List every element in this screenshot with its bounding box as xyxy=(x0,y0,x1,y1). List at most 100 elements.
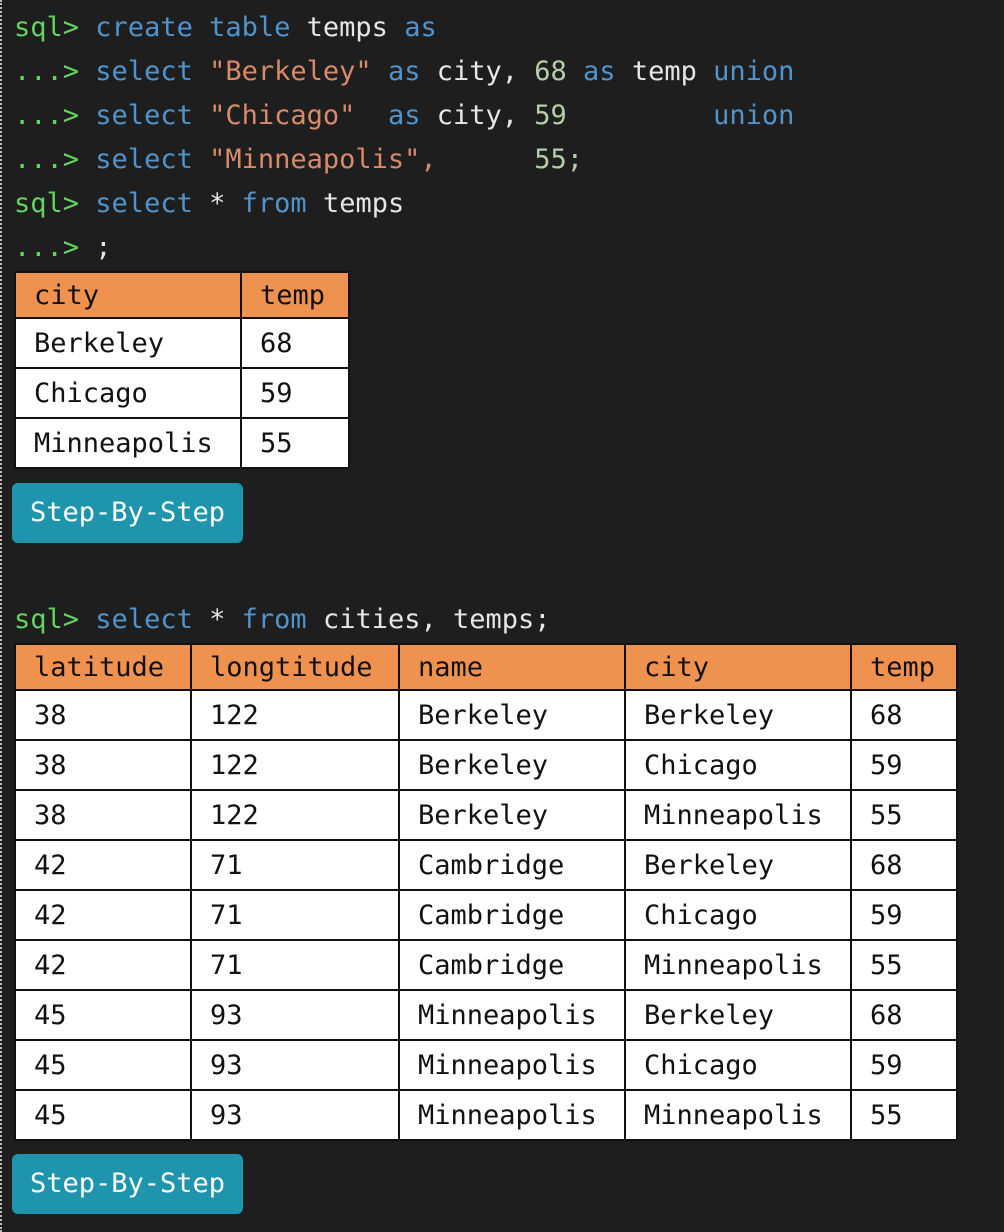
table-cell: Chicago xyxy=(624,1039,852,1091)
sql-prompt: sql> xyxy=(14,12,80,43)
column-header: latitude xyxy=(14,643,192,691)
table-cell: Minneapolis xyxy=(398,989,626,1041)
table-cell: 59 xyxy=(850,1039,958,1091)
table-list: cities, temps; xyxy=(322,604,551,635)
table-cell: Berkeley xyxy=(14,317,242,369)
table-cell: Minneapolis xyxy=(398,1089,626,1141)
table-row: 45 93 Minneapolis Minneapolis 55 xyxy=(14,1089,958,1141)
column-header: temp xyxy=(240,271,350,319)
table-row: 42 71 Cambridge Berkeley 68 xyxy=(14,839,958,891)
table-row: 38 122 Berkeley Berkeley 68 xyxy=(14,689,958,741)
column-header: longtitude xyxy=(190,643,400,691)
console-line: sql> select * from cities, temps; xyxy=(14,598,551,642)
table-cell: Berkeley xyxy=(398,689,626,741)
table-row: Chicago 59 xyxy=(14,367,350,419)
table-cell: 38 xyxy=(14,689,192,741)
table-cell: 55 xyxy=(850,939,958,991)
keyword: as xyxy=(387,56,421,87)
table-cell: Minneapolis xyxy=(624,1089,852,1141)
column-name: temp xyxy=(631,56,697,87)
sql-prompt: sql> xyxy=(14,604,80,635)
result-table-temps: city temp Berkeley 68 Chicago 59 Minneap… xyxy=(14,271,350,469)
column-name: city, xyxy=(436,100,518,131)
table-cell: 55 xyxy=(850,789,958,841)
sql-console: sql> create table temps as ...> select "… xyxy=(14,6,1004,270)
column-header: city xyxy=(624,643,852,691)
table-cell: 59 xyxy=(850,739,958,791)
column-header: name xyxy=(398,643,626,691)
step-by-step-button[interactable]: Step-By-Step xyxy=(12,1154,244,1214)
string-literal: "Minneapolis", xyxy=(209,144,437,175)
table-cell: 68 xyxy=(240,317,350,369)
table-cell: Minneapolis xyxy=(624,939,852,991)
table-cell: 55 xyxy=(850,1089,958,1141)
table-cell: 93 xyxy=(190,1039,400,1091)
console-line: sql> select * from temps xyxy=(14,182,1004,226)
keyword: as xyxy=(583,56,616,87)
column-header: city xyxy=(14,271,242,319)
keyword: from xyxy=(241,604,307,635)
table-cell: Cambridge xyxy=(398,839,626,891)
string-literal: "Chicago" xyxy=(209,100,356,131)
table-name: temps xyxy=(306,12,388,43)
console-line: ...> select "Minneapolis", 55; xyxy=(14,138,1004,182)
continuation-prompt: ...> xyxy=(14,144,80,175)
keyword: as xyxy=(387,100,421,131)
table-cell: Minneapolis xyxy=(624,789,852,841)
keyword: union xyxy=(713,100,795,131)
table-cell: 55 xyxy=(240,417,350,469)
keyword: select xyxy=(95,144,193,175)
table-header-row: latitude longtitude name city temp xyxy=(14,643,958,691)
table-cell: 71 xyxy=(190,889,400,941)
table-row: 42 71 Cambridge Chicago 59 xyxy=(14,889,958,941)
table-cell: 68 xyxy=(850,839,958,891)
string-literal: "Berkeley" xyxy=(209,56,372,87)
table-cell: 68 xyxy=(850,989,958,1041)
table-cell: Chicago xyxy=(624,739,852,791)
keyword: table xyxy=(209,12,291,43)
table-cell: 71 xyxy=(190,839,400,891)
table-cell: 68 xyxy=(850,689,958,741)
table-cell: 42 xyxy=(14,939,192,991)
table-cell: 93 xyxy=(190,1089,400,1141)
table-cell: 93 xyxy=(190,989,400,1041)
table-cell: 38 xyxy=(14,789,192,841)
table-cell: 59 xyxy=(850,889,958,941)
table-cell: 122 xyxy=(190,739,400,791)
number-literal: 59 xyxy=(534,100,567,131)
table-cell: 71 xyxy=(190,939,400,991)
table-row: 38 122 Berkeley Chicago 59 xyxy=(14,739,958,791)
table-cell: Berkeley xyxy=(398,789,626,841)
number-literal: 55; xyxy=(534,144,584,175)
table-cell: 45 xyxy=(14,1039,192,1091)
star-operator: * xyxy=(209,604,226,635)
table-cell: 45 xyxy=(14,1089,192,1141)
table-cell: 122 xyxy=(190,789,400,841)
console-line: ...> ; xyxy=(14,226,1004,270)
table-row: 45 93 Minneapolis Chicago 59 xyxy=(14,1039,958,1091)
table-cell: 38 xyxy=(14,739,192,791)
table-row: Minneapolis 55 xyxy=(14,417,350,469)
star-operator: * xyxy=(209,188,226,219)
keyword: as xyxy=(404,12,437,43)
console-line: ...> select "Berkeley" as city, 68 as te… xyxy=(14,50,1004,94)
left-border xyxy=(0,0,2,1232)
step-by-step-button[interactable]: Step-By-Step xyxy=(12,483,244,543)
table-cell: Chicago xyxy=(624,889,852,941)
table-cell: 59 xyxy=(240,367,350,419)
continuation-prompt: ...> xyxy=(14,56,80,87)
table-cell: Cambridge xyxy=(398,939,626,991)
keyword: union xyxy=(713,56,795,87)
number-literal: 68 xyxy=(534,56,567,87)
keyword: select xyxy=(95,100,193,131)
table-row: Berkeley 68 xyxy=(14,317,350,369)
table-cell: Berkeley xyxy=(624,839,852,891)
table-cell: Cambridge xyxy=(398,889,626,941)
table-cell: 42 xyxy=(14,839,192,891)
table-cell: Berkeley xyxy=(398,739,626,791)
continuation-prompt: ...> xyxy=(14,100,80,131)
table-row: 45 93 Minneapolis Berkeley 68 xyxy=(14,989,958,1041)
table-row: 42 71 Cambridge Minneapolis 55 xyxy=(14,939,958,991)
table-cell: Berkeley xyxy=(624,689,852,741)
column-header: temp xyxy=(850,643,958,691)
